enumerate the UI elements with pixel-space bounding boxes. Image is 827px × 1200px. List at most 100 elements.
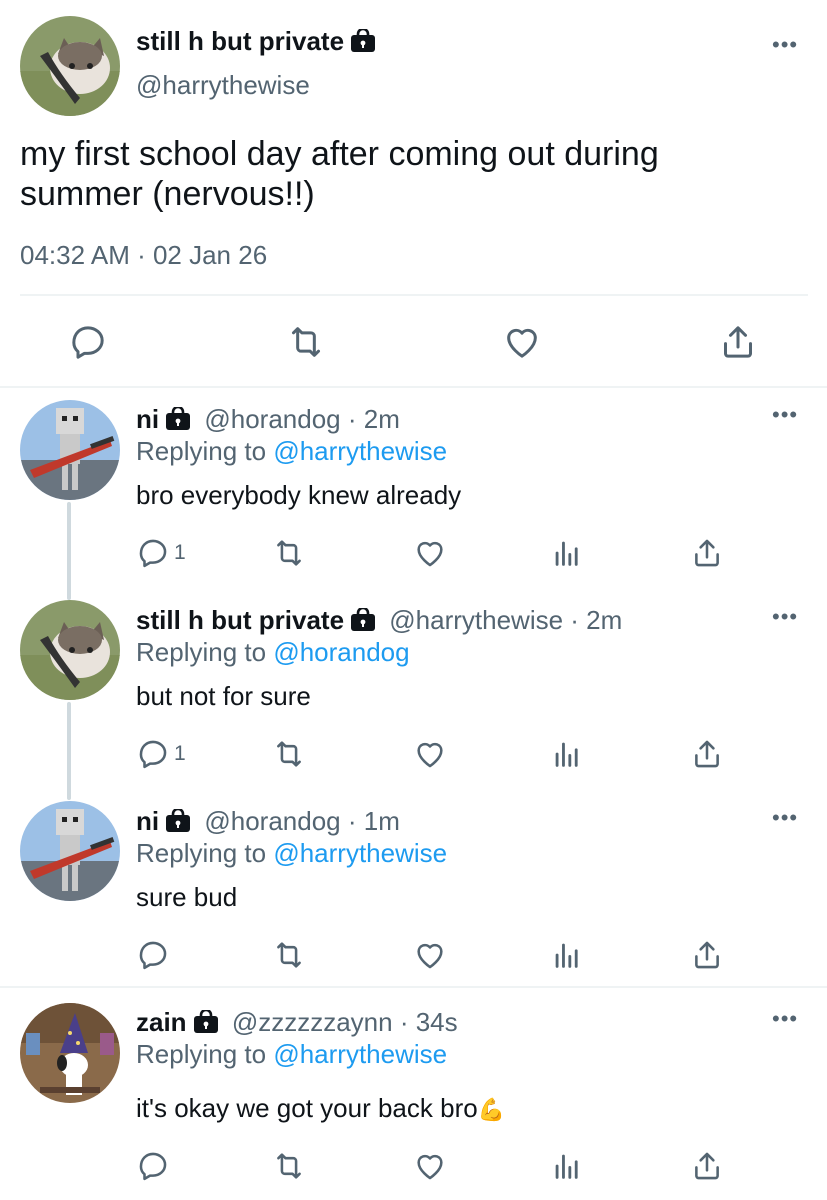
reply-button[interactable]: 1 <box>136 536 186 570</box>
reply-text-body: it's okay we got your back bro <box>136 1093 478 1123</box>
share-icon <box>695 539 719 567</box>
display-name[interactable]: ni <box>136 404 159 434</box>
avatar-zzzzzzaynn[interactable] <box>20 1003 120 1103</box>
views-icon <box>555 742 578 767</box>
replying-to-link[interactable]: @harrythewise <box>273 1039 447 1069</box>
share-button[interactable] <box>690 536 724 570</box>
handle[interactable]: @horandog <box>204 404 340 434</box>
retweet-button[interactable] <box>272 737 306 771</box>
share-button[interactable] <box>718 322 758 362</box>
more-icon[interactable]: ••• <box>772 1008 798 1030</box>
lock-icon <box>193 1008 219 1041</box>
like-button[interactable] <box>502 322 542 362</box>
reply-text: bro everybody knew already <box>136 480 462 510</box>
retweet-icon <box>277 942 301 968</box>
share-button[interactable] <box>690 938 724 972</box>
retweet-icon <box>277 1153 301 1179</box>
reply-time[interactable]: · 1m <box>348 806 400 836</box>
reply-text: but not for sure <box>136 681 311 711</box>
views-button[interactable] <box>550 938 584 972</box>
display-name: still h but private <box>136 26 345 56</box>
reply-header: still h but private @harrythewise · 2m <box>136 605 622 639</box>
share-icon <box>695 740 719 768</box>
share-button[interactable] <box>690 737 724 771</box>
views-icon <box>555 1154 578 1179</box>
tweet-text-line: my first school day after coming out dur… <box>20 135 659 173</box>
like-button[interactable] <box>413 938 447 972</box>
thread-line <box>67 502 71 600</box>
reply-time[interactable]: · 34s <box>400 1007 458 1037</box>
like-button[interactable] <box>413 737 447 771</box>
views-icon <box>555 943 578 968</box>
reply-button[interactable]: 1 <box>136 737 186 771</box>
more-icon[interactable]: ••• <box>772 807 798 829</box>
like-button[interactable] <box>413 1149 447 1183</box>
reply-header: ni @horandog · 2m <box>136 404 400 438</box>
display-name[interactable]: still h but private <box>136 605 344 635</box>
views-button[interactable] <box>550 1149 584 1183</box>
avatar-horandog[interactable] <box>20 400 120 500</box>
share-icon <box>695 1152 719 1180</box>
views-button[interactable] <box>550 737 584 771</box>
retweet-button[interactable] <box>272 1149 306 1183</box>
reply-time[interactable]: · 2m <box>348 404 400 434</box>
more-icon[interactable]: ••• <box>772 34 798 56</box>
heart-icon <box>507 328 537 358</box>
heart-icon <box>417 742 443 768</box>
timestamp[interactable]: 04:32 AM · 02 Jan 26 <box>20 240 267 271</box>
reply-icon <box>139 1152 167 1181</box>
reply-time[interactable]: · 2m <box>570 605 622 635</box>
main-handle[interactable]: @harrythewise <box>136 70 310 101</box>
lock-icon <box>165 807 191 840</box>
divider <box>0 386 827 388</box>
retweet-button[interactable] <box>286 322 326 362</box>
replying-to: Replying to @harrythewise <box>136 838 447 869</box>
main-tweet-text: my first school day after coming out dur… <box>20 134 659 214</box>
replying-to: Replying to @harrythewise <box>136 1039 447 1070</box>
retweet-button[interactable] <box>272 938 306 972</box>
reply-button[interactable] <box>136 1149 170 1183</box>
more-icon[interactable]: ••• <box>772 606 798 628</box>
replying-to: Replying to @horandog <box>136 637 410 668</box>
replying-label: Replying to <box>136 1039 267 1069</box>
flexed-biceps-emoji: 💪 <box>477 1097 506 1122</box>
avatar-harrythewise[interactable] <box>20 16 120 116</box>
retweet-icon <box>277 540 301 566</box>
like-button[interactable] <box>413 536 447 570</box>
retweet-icon <box>277 741 301 767</box>
reply-count: 1 <box>174 541 186 564</box>
handle[interactable]: @zzzzzzaynn <box>232 1007 393 1037</box>
lock-icon <box>350 27 376 60</box>
reply-icon <box>139 539 167 568</box>
main-author-name[interactable]: still h but private <box>136 26 376 60</box>
share-icon <box>724 326 752 358</box>
reply-icon <box>72 326 104 359</box>
reply-button[interactable] <box>68 322 108 362</box>
tweet-text-line: summer (nervous!!) <box>20 175 315 213</box>
replying-label: Replying to <box>136 637 267 667</box>
views-button[interactable] <box>550 536 584 570</box>
retweet-icon <box>292 327 320 357</box>
display-name[interactable]: ni <box>136 806 159 836</box>
replying-to-link[interactable]: @harrythewise <box>273 436 447 466</box>
avatar-horandog[interactable] <box>20 801 120 901</box>
divider <box>20 294 808 296</box>
replying-to-link[interactable]: @harrythewise <box>273 838 447 868</box>
divider <box>0 986 827 988</box>
heart-icon <box>417 541 443 567</box>
avatar-harrythewise[interactable] <box>20 600 120 700</box>
handle[interactable]: @horandog <box>204 806 340 836</box>
replying-to-link[interactable]: @horandog <box>273 637 409 667</box>
thread-line <box>67 702 71 800</box>
more-icon[interactable]: ••• <box>772 404 798 426</box>
share-button[interactable] <box>690 1149 724 1183</box>
share-icon <box>695 941 719 969</box>
retweet-button[interactable] <box>272 536 306 570</box>
reply-button[interactable] <box>136 938 170 972</box>
reply-icon <box>139 941 167 970</box>
display-name[interactable]: zain <box>136 1007 187 1037</box>
lock-icon <box>350 606 376 639</box>
handle[interactable]: @harrythewise <box>389 605 563 635</box>
views-icon <box>555 541 578 566</box>
reply-text: it's okay we got your back bro💪 <box>136 1093 505 1124</box>
